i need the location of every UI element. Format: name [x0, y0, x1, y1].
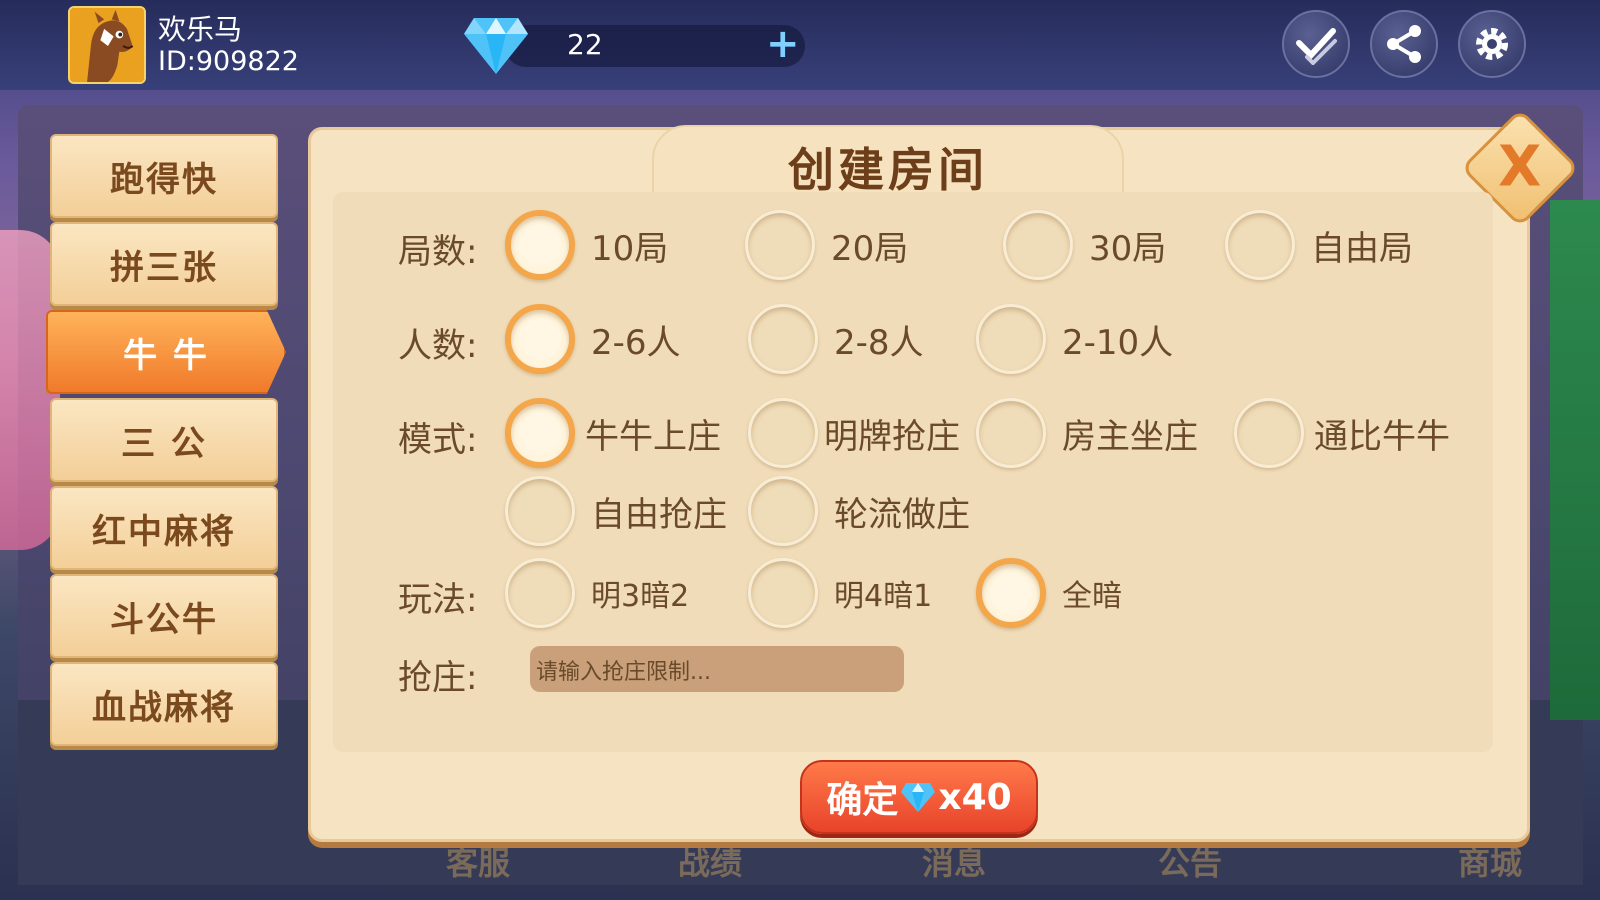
play-option-ming4an1[interactable]: 明4暗1 — [748, 558, 932, 628]
rounds-option-20[interactable]: 20局 — [745, 210, 908, 280]
radio[interactable] — [505, 558, 575, 628]
bottom-nav: 客服 战绩 消息 公告 商城 — [370, 838, 1550, 888]
share-icon — [1387, 25, 1421, 63]
radio-selected[interactable] — [505, 304, 575, 374]
horse-avatar-icon — [70, 8, 144, 82]
player-id: ID:909822 — [158, 46, 299, 77]
bottom-nav-service[interactable]: 客服 — [446, 838, 510, 884]
bottom-nav-message[interactable]: 消息 — [922, 838, 986, 884]
checkin-button[interactable] — [1282, 10, 1350, 78]
radio-selected[interactable] — [505, 398, 575, 468]
mode-option-open-grab[interactable]: 明牌抢庄 — [748, 398, 960, 468]
radio[interactable] — [1003, 210, 1073, 280]
mode-option-niuniu-banker[interactable]: 牛牛上庄 — [505, 398, 721, 468]
grab-limit-input[interactable]: 请输入抢庄限制... — [530, 646, 904, 692]
radio[interactable] — [745, 210, 815, 280]
players-option-2-10[interactable]: 2-10人 — [976, 304, 1173, 374]
diamond-balance-bar — [505, 25, 805, 67]
radio[interactable] — [748, 398, 818, 468]
bottom-nav-record[interactable]: 战绩 — [678, 838, 742, 884]
diamond-count: 22 — [567, 28, 603, 61]
radio[interactable] — [1225, 210, 1295, 280]
game-tab-hongzhong-mahjong[interactable]: 红中麻将 — [50, 486, 278, 570]
game-tab-niuniu[interactable]: 牛 牛 — [46, 310, 286, 394]
decoration-table — [1550, 200, 1600, 720]
rounds-label: 局数: — [398, 232, 478, 272]
players-option-2-6[interactable]: 2-6人 — [505, 304, 681, 374]
mode-option-rotate-banker[interactable]: 轮流做庄 — [748, 476, 970, 546]
settings-button[interactable] — [1458, 10, 1526, 78]
radio[interactable] — [1234, 398, 1304, 468]
bottom-nav-shop[interactable]: 商城 — [1458, 838, 1522, 884]
bottom-nav-notice[interactable]: 公告 — [1158, 838, 1222, 884]
radio-selected[interactable] — [976, 558, 1046, 628]
diamond-icon — [901, 783, 936, 812]
radio[interactable] — [505, 476, 575, 546]
game-tab-dougongniu[interactable]: 斗公牛 — [50, 574, 278, 658]
radio[interactable] — [748, 476, 818, 546]
radio-selected[interactable] — [505, 210, 575, 280]
radio[interactable] — [748, 558, 818, 628]
confirm-button[interactable]: 确定 x40 — [800, 760, 1038, 834]
rounds-option-10[interactable]: 10局 — [505, 210, 668, 280]
share-button[interactable] — [1370, 10, 1438, 78]
player-nickname: 欢乐马 — [158, 13, 243, 46]
add-diamond-button[interactable]: + — [766, 24, 800, 64]
players-option-2-8[interactable]: 2-8人 — [748, 304, 924, 374]
checkmark-icon — [1296, 28, 1337, 65]
radio[interactable] — [976, 304, 1046, 374]
mode-option-host-banker[interactable]: 房主坐庄 — [976, 398, 1198, 468]
panel-title: 创建房间 — [788, 143, 988, 197]
rounds-option-free[interactable]: 自由局 — [1225, 210, 1413, 280]
radio[interactable] — [976, 398, 1046, 468]
players-label: 人数: — [398, 326, 478, 366]
game-tab-sangong[interactable]: 三 公 — [50, 398, 278, 482]
play-label: 玩法: — [398, 580, 478, 620]
grab-label: 抢庄: — [398, 658, 478, 698]
game-tab-xuezhan-mahjong[interactable]: 血战麻将 — [50, 662, 278, 746]
radio[interactable] — [748, 304, 818, 374]
play-option-all-hidden[interactable]: 全暗 — [976, 558, 1122, 628]
close-icon: X — [1498, 135, 1542, 200]
diamond-icon — [464, 18, 528, 74]
gear-icon — [1476, 28, 1508, 60]
avatar[interactable] — [68, 6, 146, 84]
mode-option-free-grab[interactable]: 自由抢庄 — [505, 476, 727, 546]
rounds-option-30[interactable]: 30局 — [1003, 210, 1166, 280]
play-option-ming3an2[interactable]: 明3暗2 — [505, 558, 689, 628]
game-tab-pinsanzhang[interactable]: 拼三张 — [50, 222, 278, 306]
game-tab-paodekuai[interactable]: 跑得快 — [50, 134, 278, 218]
mode-label: 模式: — [398, 420, 478, 460]
mode-option-tongbi[interactable]: 通比牛牛 — [1234, 398, 1450, 468]
